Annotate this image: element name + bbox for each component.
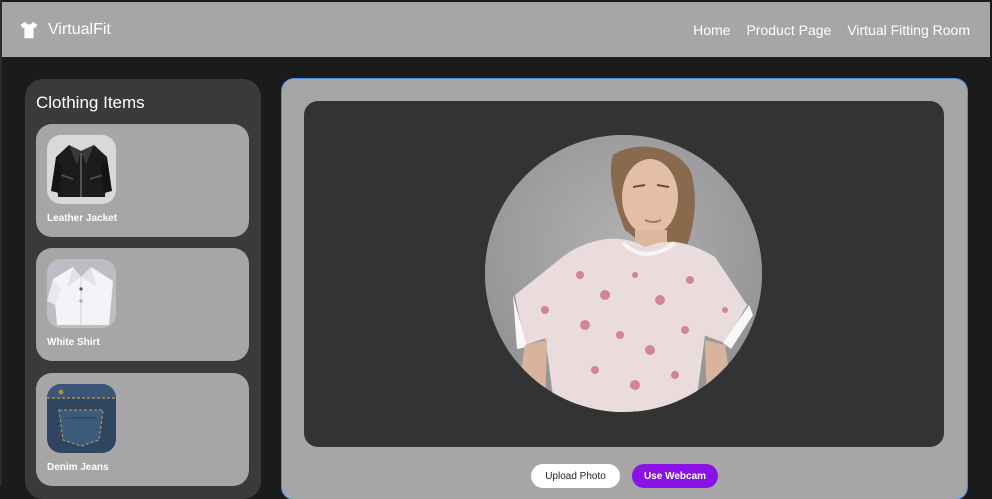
sidebar-title: Clothing Items — [36, 93, 145, 112]
top-navbar: VirtualFit Home Product Page Virtual Fit… — [2, 2, 990, 57]
page-edge — [0, 0, 2, 486]
brand-name: VirtualFit — [48, 20, 111, 38]
nav-product-page-link[interactable]: Product Page — [746, 22, 831, 38]
white-shirt-image — [47, 259, 116, 328]
clothing-item-white-shirt[interactable]: White Shirt — [36, 248, 249, 361]
item-label: Denim Jeans — [47, 462, 109, 473]
model-portrait-image — [485, 135, 762, 412]
fitting-room-panel: Upload Photo Use Webcam — [282, 79, 967, 499]
item-label: White Shirt — [47, 337, 100, 348]
nav-home-link[interactable]: Home — [693, 22, 730, 38]
item-label: Leather Jacket — [47, 213, 118, 224]
nav-virtual-fitting-room-link[interactable]: Virtual Fitting Room — [847, 22, 970, 38]
clothing-item-leather-jacket[interactable]: Leather Jacket — [36, 124, 249, 237]
denim-jeans-image — [47, 384, 116, 453]
brand[interactable]: VirtualFit — [18, 19, 111, 41]
preview-viewport — [304, 101, 944, 447]
leather-jacket-image — [47, 135, 116, 204]
clothing-sidebar: Clothing Items Leather Jacket White Shir… — [25, 79, 261, 499]
tshirt-icon — [18, 19, 40, 41]
main-nav: Home Product Page Virtual Fitting Room — [693, 22, 970, 38]
clothing-item-denim-jeans[interactable]: Denim Jeans — [36, 373, 249, 486]
use-webcam-button[interactable]: Use Webcam — [632, 464, 718, 488]
upload-photo-button[interactable]: Upload Photo — [531, 464, 620, 488]
